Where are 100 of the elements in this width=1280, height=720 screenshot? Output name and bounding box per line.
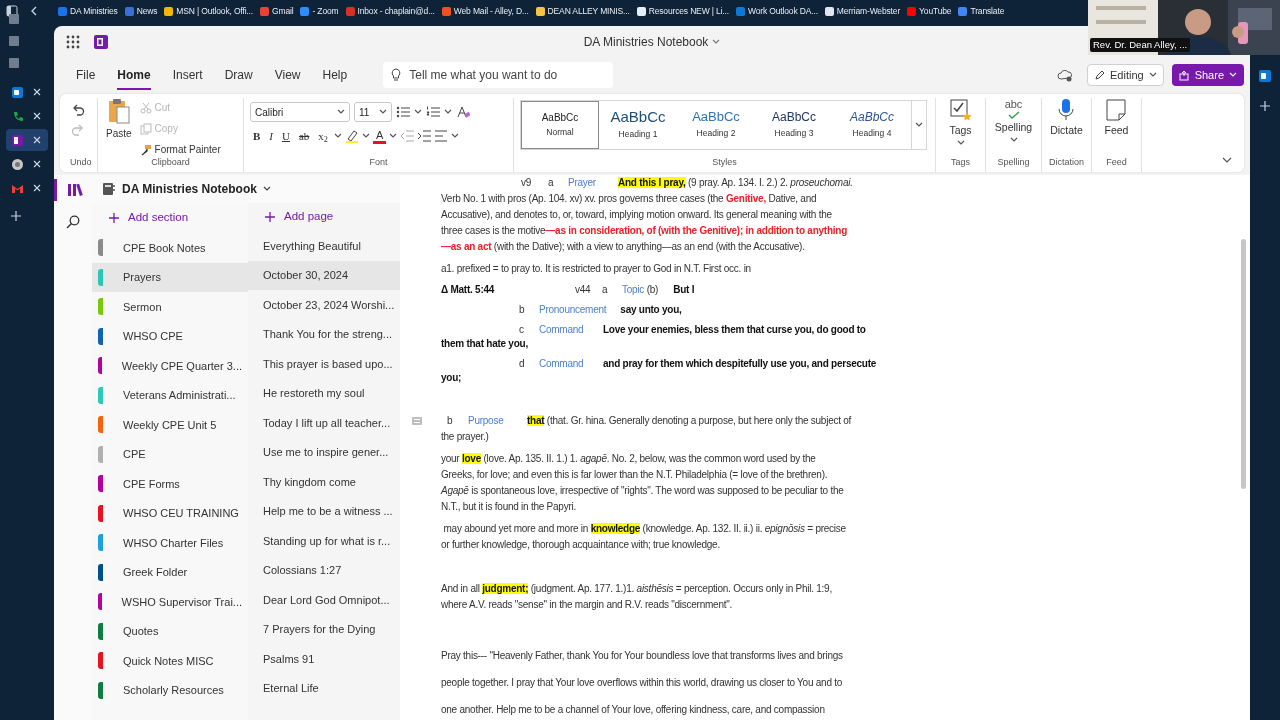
mail-app-icon[interactable] [1259, 70, 1271, 82]
style-option[interactable]: AaBbCc Normal [521, 101, 599, 149]
subscript-button[interactable]: x$_{2}$ [315, 128, 331, 144]
section-item[interactable]: CPE [92, 439, 248, 469]
note-paragraph: may abound yet more and more in knowledge (knowledge. Ap. 132. II. ii.) ii. epignōsis = precise or further knowledge, thorough acquaintance with; true knowledge. [440, 522, 846, 552]
editing-dropdown[interactable]: Editing [1087, 64, 1164, 86]
page-item[interactable]: Thy kingdom come [248, 467, 400, 497]
page-item[interactable]: Standing up for what is r... [248, 526, 400, 556]
section-item[interactable]: Veterans Administrati... [92, 380, 248, 410]
search-icon[interactable] [66, 215, 80, 229]
page-item[interactable]: Everything Beautiful [248, 231, 400, 261]
group-label: Undo [70, 156, 91, 169]
page-item[interactable]: Help me to be a witness ... [248, 496, 400, 526]
paste-button[interactable]: Paste [104, 98, 138, 141]
tags-button[interactable]: Tags [944, 98, 977, 146]
page-item[interactable]: 7 Prayers for the Dying [248, 614, 400, 644]
font-family-dropdown[interactable]: Calibri [250, 102, 350, 122]
page-item[interactable]: Eternal Life [248, 673, 400, 703]
menu-tab[interactable]: Help [314, 62, 356, 88]
page-item[interactable]: This prayer is based upo... [248, 349, 400, 379]
highlighter-icon[interactable] [345, 129, 359, 143]
scrollbar[interactable] [1241, 239, 1246, 489]
menu-tab[interactable]: View [266, 62, 309, 88]
close-icon[interactable] [33, 184, 41, 192]
strikethrough-button[interactable]: ab [295, 128, 313, 144]
cloud-sync-icon[interactable] [1057, 68, 1073, 82]
menu-tab[interactable]: Home [109, 62, 159, 88]
section-item[interactable]: Weekly CPE Unit 5 [92, 410, 248, 440]
search-field[interactable]: Tell me what you want to do [383, 62, 614, 88]
page-item[interactable]: Today I lift up all teacher... [248, 408, 400, 438]
add-section-button[interactable]: Add section [92, 203, 248, 233]
group-label: Clipboard [150, 156, 191, 169]
section-item[interactable]: Prayers [92, 262, 248, 292]
menu-tab[interactable]: Insert [164, 62, 211, 88]
notebook-name[interactable]: DA Ministries Notebook [122, 180, 257, 198]
section-item[interactable]: Greek Folder [92, 557, 248, 587]
notebook-icon [102, 182, 116, 196]
page-item[interactable]: Colossians 1:27 [248, 555, 400, 585]
page-item[interactable]: Use me to inspire gener... [248, 437, 400, 467]
add-icon[interactable] [1259, 100, 1271, 112]
bookmark-link[interactable]: Inbox - chaplain@d... [345, 4, 435, 18]
section-item[interactable]: Weekly CPE Quarter 3... [92, 351, 248, 381]
bookmark-link[interactable]: Gmail [260, 4, 294, 18]
section-item[interactable]: WHSO CEU TRAINING [92, 498, 248, 528]
bookmark-link[interactable]: YouTube [907, 4, 952, 18]
section-item[interactable]: Sermon [92, 292, 248, 322]
plus-icon [264, 211, 276, 223]
bookmark-link[interactable]: Work Outlook DA... [735, 4, 818, 18]
format-painter-button[interactable]: Format Painter [137, 140, 223, 159]
menu-tab[interactable]: Draw [216, 62, 261, 88]
menu-tab[interactable]: File [68, 62, 104, 88]
increase-indent-icon[interactable] [417, 130, 432, 142]
underline-button[interactable]: U [279, 128, 293, 144]
section-item[interactable]: CPE Forms [92, 469, 248, 499]
checkbox-star-icon [948, 98, 973, 122]
bookmark-link[interactable]: MSN | Outlook, Offi... [164, 4, 253, 18]
close-icon[interactable] [33, 88, 41, 96]
lightbulb-icon [391, 68, 402, 82]
share-button[interactable]: Share [1171, 64, 1244, 86]
section-item[interactable]: Quick Notes MISC [92, 646, 248, 676]
paragraph-handle-icon[interactable] [412, 417, 422, 425]
section-item[interactable]: WHSO CPE [92, 321, 248, 351]
bookmark-link[interactable]: Merriam-Webster [824, 4, 901, 18]
bold-button[interactable]: B [250, 128, 264, 144]
section-item[interactable]: WSHO Supervisor Trai... [92, 587, 248, 617]
section-item[interactable]: Quotes [92, 616, 248, 646]
bookmark-link[interactable]: Web Mail - Alley, D... [441, 4, 529, 18]
sidebar-icon[interactable] [6, 5, 18, 17]
bookmark-link[interactable]: News [124, 4, 158, 18]
page-item[interactable]: Psalms 91 [248, 644, 400, 674]
bookmark-link[interactable]: DEAN ALLEY MINIS... [535, 4, 630, 18]
page-item[interactable]: Dear Lord God Omnipot... [248, 585, 400, 615]
bookmark-link[interactable]: Resources NEW | Li... [636, 4, 729, 18]
close-icon[interactable] [33, 160, 41, 168]
section-item[interactable]: WHSO Charter Files [92, 528, 248, 558]
dictate-button[interactable]: Dictate [1046, 98, 1087, 139]
font-size-dropdown[interactable]: 11 [354, 102, 392, 122]
italic-button[interactable]: I [266, 128, 276, 144]
page-item[interactable]: He restoreth my soul [248, 378, 400, 408]
section-item[interactable]: CPE Book Notes [92, 233, 248, 263]
feed-button[interactable]: Feed [1100, 98, 1133, 139]
page-item[interactable]: October 23, 2024 Worshi... [248, 290, 400, 320]
browser-tab[interactable] [6, 129, 48, 151]
add-page-button[interactable]: Add page [248, 203, 400, 231]
bookmark-link[interactable]: Translate [958, 4, 1005, 18]
app-launcher-icon[interactable] [66, 35, 80, 49]
bullets-icon[interactable] [396, 106, 410, 118]
close-icon[interactable] [33, 136, 41, 144]
spelling-button[interactable]: abc Spelling [990, 98, 1037, 143]
page-item[interactable]: Thank You for the streng... [248, 319, 400, 349]
clear-formatting-icon[interactable] [456, 105, 470, 119]
bookmark-link[interactable]: DA Ministries [58, 4, 118, 18]
close-icon[interactable] [33, 112, 41, 120]
page-item[interactable]: October 30, 2024 [248, 260, 400, 290]
plus-icon [108, 212, 120, 224]
add-icon[interactable] [10, 210, 22, 222]
numbering-icon[interactable] [426, 106, 440, 118]
font-color-button[interactable]: A [373, 128, 387, 144]
section-item[interactable]: Scholarly Resources [92, 675, 248, 705]
bookmark-link[interactable]: - Zoom [300, 4, 339, 18]
